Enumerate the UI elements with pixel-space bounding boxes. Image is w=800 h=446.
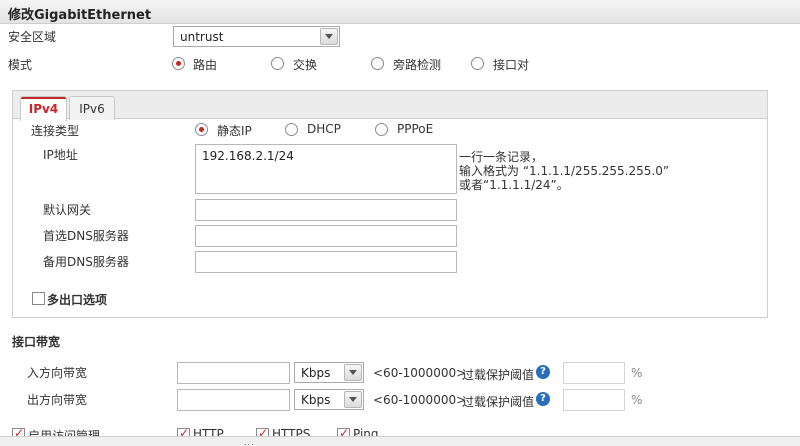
mode-label: 模式 [8, 58, 33, 72]
conn-option-pppoe: PPPoE [397, 122, 434, 136]
tab-ipv6[interactable]: IPv6 [69, 96, 115, 120]
dialog-titlebar: 修改GigabitEthernet [0, 0, 800, 24]
zone-label: 安全区域 [8, 30, 57, 44]
dialog-title: 修改GigabitEthernet [8, 8, 152, 23]
inbound-range: <60-1000000> [373, 366, 467, 380]
ip-value: 192.168.2.1/24 [202, 149, 294, 163]
mode-option-switch: 交换 [293, 58, 318, 72]
conn-option-static: 静态IP [217, 124, 252, 138]
multi-exit-label: 多出口选项 [47, 293, 108, 307]
multi-exit-checkbox[interactable] [32, 292, 45, 305]
inbound-unit-select[interactable]: Kbps [294, 362, 364, 383]
outbound-unit-value: Kbps [301, 393, 331, 407]
outbound-input[interactable] [177, 389, 290, 411]
zone-select-value: untrust [180, 30, 224, 44]
gateway-input[interactable] [195, 199, 457, 221]
dns1-label: 首选DNS服务器 [43, 229, 129, 243]
conn-type-label: 连接类型 [31, 124, 80, 138]
ip-label: IP地址 [43, 148, 78, 162]
help-icon[interactable]: ? [536, 392, 550, 406]
ip-textarea[interactable]: 192.168.2.1/24 [195, 144, 457, 194]
outbound-range: <60-1000000> [373, 393, 467, 407]
inbound-input[interactable] [177, 362, 290, 384]
inbound-percent: % [631, 366, 643, 380]
conn-radio-dhcp[interactable] [285, 123, 298, 136]
mode-radio-route[interactable] [172, 57, 185, 70]
dns2-input[interactable] [195, 251, 457, 273]
outbound-threshold-input[interactable] [563, 389, 625, 411]
inbound-threshold-input[interactable] [563, 362, 625, 384]
mode-radio-bypass[interactable] [371, 57, 384, 70]
mode-option-pair: 接口对 [493, 58, 530, 72]
mode-option-bypass: 旁路检测 [393, 58, 442, 72]
dns2-label: 备用DNS服务器 [43, 255, 129, 269]
mode-radio-switch[interactable] [271, 57, 284, 70]
inbound-threshold-label: 过载保护阈值 [462, 368, 535, 382]
mode-radio-pair[interactable] [471, 57, 484, 70]
conn-option-dhcp: DHCP [307, 122, 341, 136]
tab-ipv6-label: IPv6 [79, 102, 105, 116]
gateway-label: 默认网关 [43, 203, 92, 217]
conn-radio-pppoe[interactable] [375, 123, 388, 136]
outbound-unit-select[interactable]: Kbps [294, 389, 364, 410]
tab-ipv4[interactable]: IPv4 [20, 96, 67, 121]
zone-select[interactable]: untrust [173, 26, 340, 47]
bandwidth-section-title: 接口带宽 [12, 335, 61, 349]
mode-option-route: 路由 [193, 58, 218, 72]
inbound-unit-value: Kbps [301, 366, 331, 380]
outbound-label: 出方向带宽 [27, 393, 88, 407]
help-icon[interactable]: ? [536, 365, 550, 379]
tab-strip [13, 91, 767, 119]
chevron-down-icon[interactable] [344, 391, 362, 408]
chevron-down-icon[interactable] [320, 28, 338, 45]
outbound-threshold-label: 过载保护阈值 [462, 395, 535, 409]
chevron-down-icon[interactable] [344, 364, 362, 381]
resize-grip-icon[interactable]: ... [244, 438, 255, 446]
outbound-percent: % [631, 393, 643, 407]
conn-radio-static[interactable] [195, 123, 208, 136]
inbound-label: 入方向带宽 [27, 366, 88, 380]
dns1-input[interactable] [195, 225, 457, 247]
tab-ipv4-label: IPv4 [28, 102, 59, 116]
bottom-resize-bar[interactable] [0, 436, 800, 446]
ip-hint-line3: 或者“1.1.1.1/24”。 [459, 178, 569, 192]
